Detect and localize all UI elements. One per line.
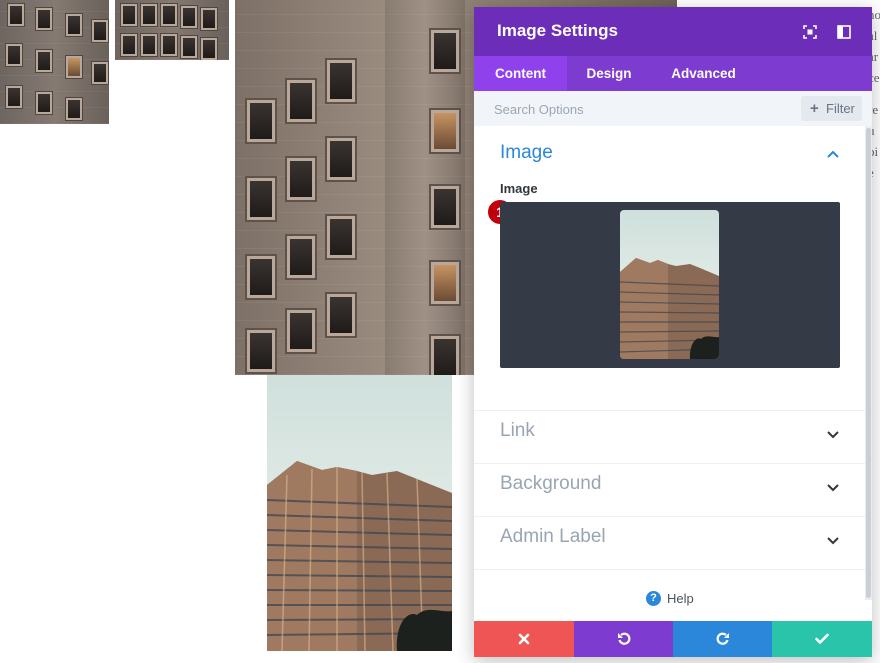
chevron-down-icon[interactable] bbox=[827, 537, 839, 545]
image-settings-modal: Image Settings Content Design Advanced +… bbox=[474, 7, 872, 657]
cancel-button[interactable] bbox=[474, 621, 574, 657]
image-field-label: Image bbox=[500, 181, 538, 196]
modal-title: Image Settings bbox=[497, 21, 618, 40]
settings-content: Image Image 1 bbox=[474, 126, 872, 600]
tower-photo bbox=[267, 375, 452, 651]
save-button[interactable] bbox=[772, 621, 872, 657]
section-title-image[interactable]: Image bbox=[500, 142, 553, 164]
section-title-link[interactable]: Link bbox=[500, 420, 535, 442]
chevron-down-icon[interactable] bbox=[827, 431, 839, 439]
scrollbar-thumb[interactable] bbox=[866, 128, 871, 598]
check-icon bbox=[815, 633, 829, 644]
filter-button[interactable]: + Filter bbox=[801, 96, 862, 121]
settings-tabs: Content Design Advanced bbox=[474, 56, 872, 91]
search-options-input[interactable] bbox=[492, 97, 766, 121]
building-photo-2 bbox=[115, 0, 229, 60]
fullscreen-icon[interactable] bbox=[803, 24, 817, 39]
close-icon bbox=[518, 633, 530, 645]
modal-header[interactable]: Image Settings bbox=[474, 7, 872, 56]
help-icon: ? bbox=[646, 591, 661, 606]
section-divider bbox=[474, 463, 866, 464]
tab-content[interactable]: Content bbox=[474, 56, 567, 91]
section-divider bbox=[474, 410, 866, 411]
section-title-admin-label[interactable]: Admin Label bbox=[500, 526, 606, 548]
help-label: Help bbox=[667, 591, 694, 606]
content-scrollbar[interactable] bbox=[865, 126, 872, 600]
modal-footer bbox=[474, 621, 872, 657]
plus-icon: + bbox=[810, 100, 819, 117]
redo-button[interactable] bbox=[673, 621, 772, 657]
section-title-background[interactable]: Background bbox=[500, 473, 601, 495]
redo-icon bbox=[716, 632, 729, 645]
undo-icon bbox=[617, 632, 630, 645]
image-thumbnail bbox=[620, 210, 719, 359]
filter-label: Filter bbox=[826, 101, 855, 116]
chevron-up-icon[interactable] bbox=[827, 150, 839, 158]
image-upload-preview[interactable] bbox=[500, 202, 840, 368]
sidebar-toggle-icon[interactable] bbox=[837, 24, 851, 39]
undo-button[interactable] bbox=[574, 621, 673, 657]
tab-design[interactable]: Design bbox=[567, 56, 651, 91]
building-photo-1 bbox=[0, 0, 109, 124]
tab-advanced[interactable]: Advanced bbox=[651, 56, 756, 91]
section-divider bbox=[474, 569, 866, 570]
search-bar: + Filter bbox=[474, 91, 872, 126]
chevron-down-icon[interactable] bbox=[827, 484, 839, 492]
section-divider bbox=[474, 516, 866, 517]
